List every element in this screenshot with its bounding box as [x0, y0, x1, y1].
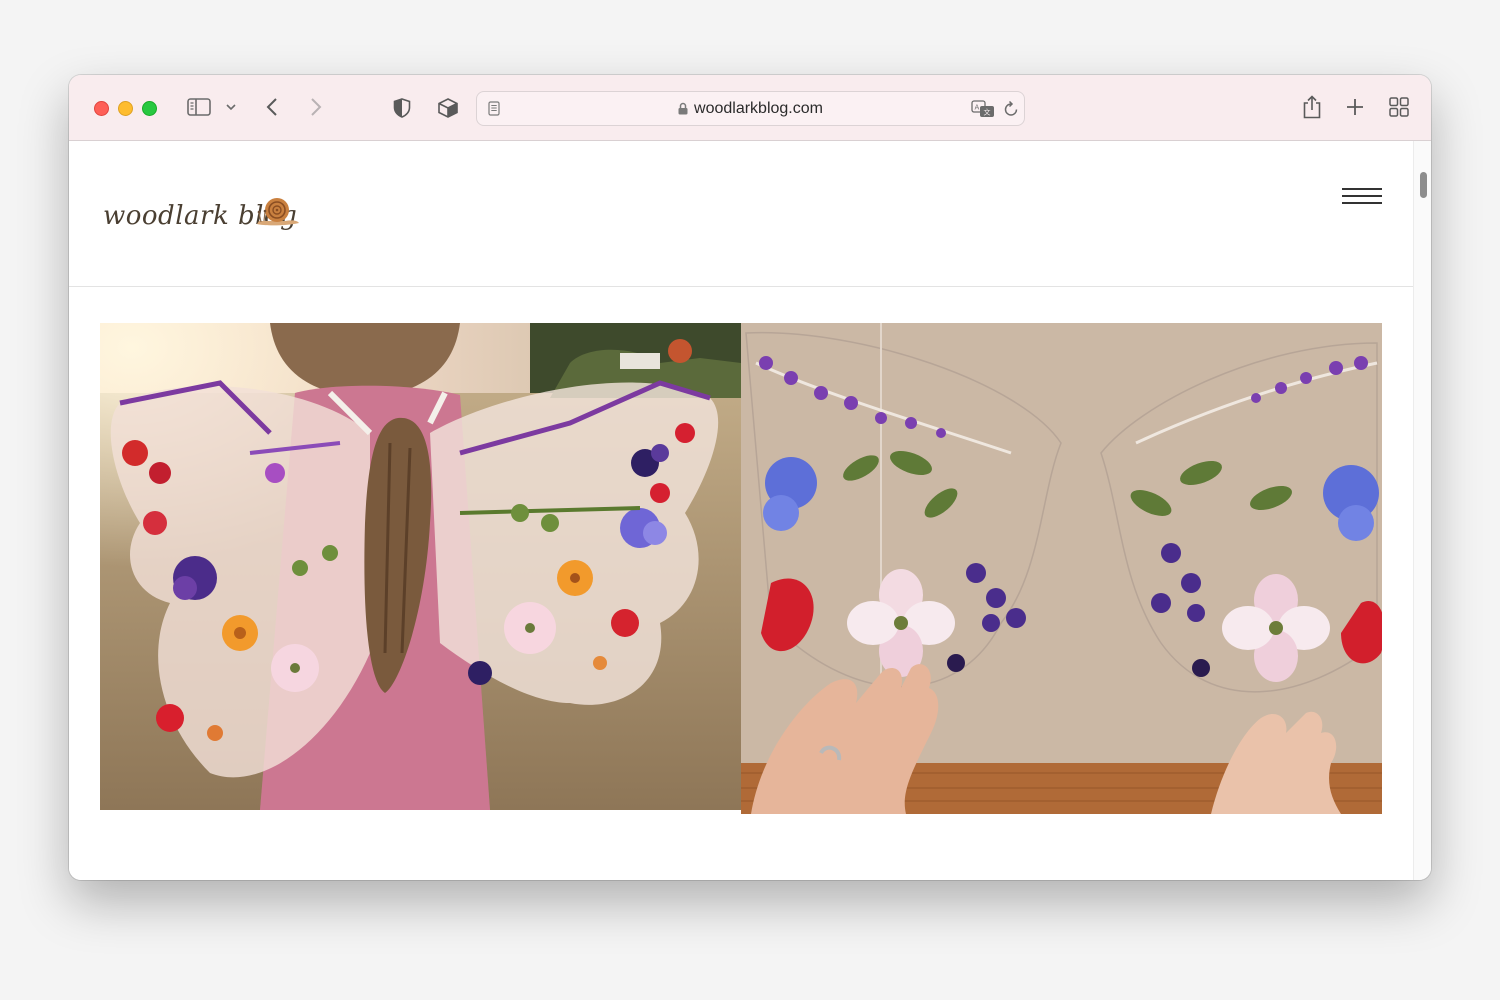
chevron-down-icon[interactable] [225, 101, 237, 113]
site-logo[interactable]: woodlark blog [103, 193, 303, 241]
scrollbar-track[interactable] [1413, 141, 1431, 880]
svg-text:A: A [975, 103, 980, 111]
share-icon[interactable] [1301, 94, 1323, 120]
close-button[interactable] [94, 101, 109, 116]
snail-icon [257, 198, 299, 226]
forward-icon[interactable] [308, 96, 324, 118]
hero-image-butterfly-wings[interactable] [100, 323, 741, 810]
url-text: woodlarkblog.com [694, 100, 823, 117]
minimize-button[interactable] [118, 101, 133, 116]
browser-toolbar: woodlarkblog.com A文 [69, 75, 1431, 141]
tabs-grid-icon[interactable] [1389, 97, 1409, 117]
url-field[interactable]: woodlarkblog.com [477, 92, 1024, 125]
extension-box-icon[interactable] [436, 96, 460, 120]
plus-icon[interactable] [1345, 97, 1365, 117]
privacy-shield-icon[interactable] [392, 97, 412, 119]
lock-icon [678, 94, 688, 127]
scrollbar-thumb[interactable] [1420, 172, 1427, 198]
sidebar-icon[interactable] [187, 97, 211, 117]
zoom-button[interactable] [142, 101, 157, 116]
browser-window: woodlarkblog.com A文 woodlark blog [69, 75, 1431, 880]
back-icon[interactable] [264, 96, 280, 118]
reload-icon[interactable] [1002, 99, 1020, 118]
hero-image-flower-arranging[interactable] [741, 323, 1382, 814]
web-page: woodlark blog [69, 141, 1414, 880]
hamburger-menu-icon[interactable] [1342, 188, 1382, 208]
header-divider [69, 286, 1414, 287]
svg-text:文: 文 [984, 107, 991, 116]
translate-icon[interactable]: A文 [971, 99, 995, 118]
address-bar[interactable]: woodlarkblog.com A文 [476, 91, 1025, 126]
